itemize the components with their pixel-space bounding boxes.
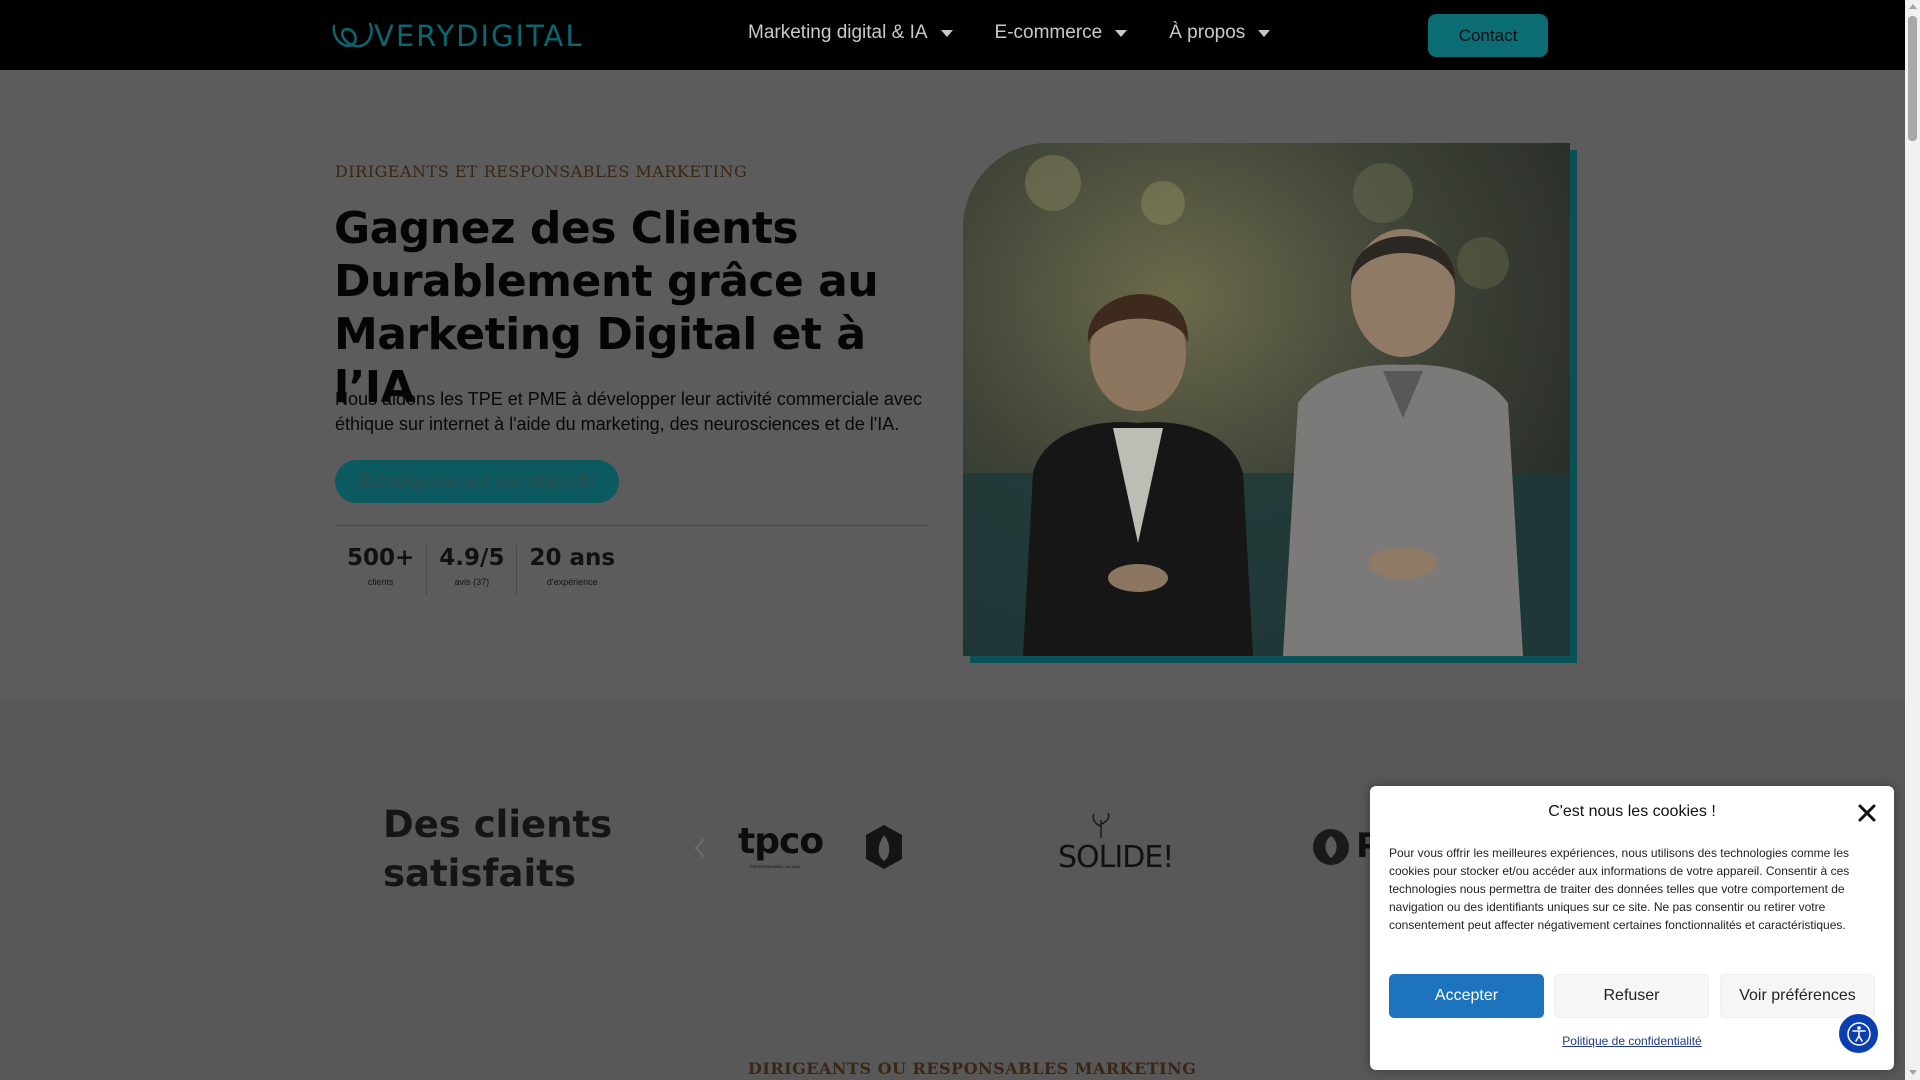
logo-mark-icon (332, 22, 373, 48)
client-logo-leaf: P (1312, 826, 1381, 868)
stat-label: avis (37) (454, 577, 490, 587)
accept-button[interactable]: Accepter (1389, 974, 1544, 1018)
client-logo-tagline: PROFESSIONNEL DU GAZ (750, 864, 801, 869)
refuse-button[interactable]: Refuser (1554, 974, 1709, 1018)
hero-photo (963, 143, 1570, 656)
accessibility-button[interactable] (1837, 1012, 1880, 1055)
divider (335, 525, 930, 526)
close-icon[interactable] (1857, 803, 1877, 823)
client-logo-tpco: TPCO PROFESSIONNEL DU GAZ (738, 821, 906, 873)
cookie-text: Pour vous offrir les meilleures expérien… (1389, 846, 1850, 932)
privacy-policy-link[interactable]: Politique de confidentialité (1370, 1034, 1894, 1048)
client-logo-text: SOLIDE! (1058, 840, 1174, 875)
stat-experience: 20 ans d'expérience (517, 545, 627, 595)
cta-button[interactable]: Échangeons sur vos objectifs (335, 460, 619, 503)
cookie-title: C'est nous les cookies ! (1548, 803, 1716, 820)
logo-text: VERYDIGITAL (374, 19, 584, 53)
nav-item-label: Marketing digital & IA (748, 22, 928, 43)
scroll-down-icon[interactable] (1909, 1070, 1917, 1075)
scroll-up-icon[interactable] (1909, 4, 1917, 9)
nav-item-ecommerce[interactable]: E-commerce (995, 22, 1128, 44)
site-logo[interactable]: VERYDIGITAL (330, 19, 584, 53)
leaf-icon (1313, 829, 1349, 865)
stat-value: 20 ans (529, 545, 616, 571)
main-nav: Marketing digital & IA E-commerce À prop… (748, 22, 1312, 44)
scroll-thumb[interactable] (1908, 16, 1917, 141)
stat-clients: 500+ clients (335, 545, 428, 595)
client-logo-solide: SOLIDE! (1058, 812, 1174, 887)
flame-icon (866, 825, 902, 869)
nav-item-label: E-commerce (994, 22, 1103, 43)
accessibility-icon (1846, 1021, 1871, 1046)
chevron-down-icon (940, 29, 953, 37)
stat-reviews: 4.9/5 avis (37) (427, 545, 518, 595)
stat-label: clients (367, 577, 394, 587)
hero-title: Gagnez des Clients Durablement grâce au … (334, 203, 879, 413)
chevron-left-icon[interactable] (693, 836, 707, 860)
chevron-down-icon (1115, 29, 1128, 37)
clients-title-line2: satisfaits (383, 852, 576, 895)
page-scrollbar[interactable] (1905, 0, 1920, 1080)
stat-value: 4.9/5 (439, 545, 505, 571)
team-photo-illustration (963, 143, 1570, 656)
stats-row: 500+ clients 4.9/5 avis (37) 20 ans d'ex… (335, 545, 627, 595)
nav-item-a-propos[interactable]: À propos (1169, 22, 1271, 44)
plant-icon (1092, 812, 1110, 838)
chevron-down-icon (1258, 29, 1271, 37)
cookie-dialog: C'est nous les cookies ! Pour vous offri… (1370, 786, 1894, 1070)
site-header: VERYDIGITAL Marketing digital & IA E-com… (0, 0, 1905, 70)
clients-title-line1: Des clients (383, 803, 613, 846)
clients-title: Des clients satisfaits (383, 800, 612, 898)
contact-button[interactable]: Contact (1428, 14, 1548, 57)
preferences-button[interactable]: Voir préférences (1720, 974, 1875, 1018)
hero-eyebrow: DIRIGEANTS ET RESPONSABLES MARKETING (335, 162, 748, 181)
stat-value: 500+ (347, 545, 415, 571)
nav-item-marketing[interactable]: Marketing digital & IA (748, 22, 953, 44)
nav-item-label: À propos (1169, 22, 1246, 43)
section-eyebrow: DIRIGEANTS OU RESPONSABLES MARKETING (748, 1059, 1197, 1078)
stat-label: d'expérience (546, 577, 598, 587)
hero-section (0, 70, 1905, 700)
hero-subtitle: Nous aidons les TPE et PME à développer … (335, 389, 922, 434)
client-logo-text: TPCO (738, 821, 824, 862)
